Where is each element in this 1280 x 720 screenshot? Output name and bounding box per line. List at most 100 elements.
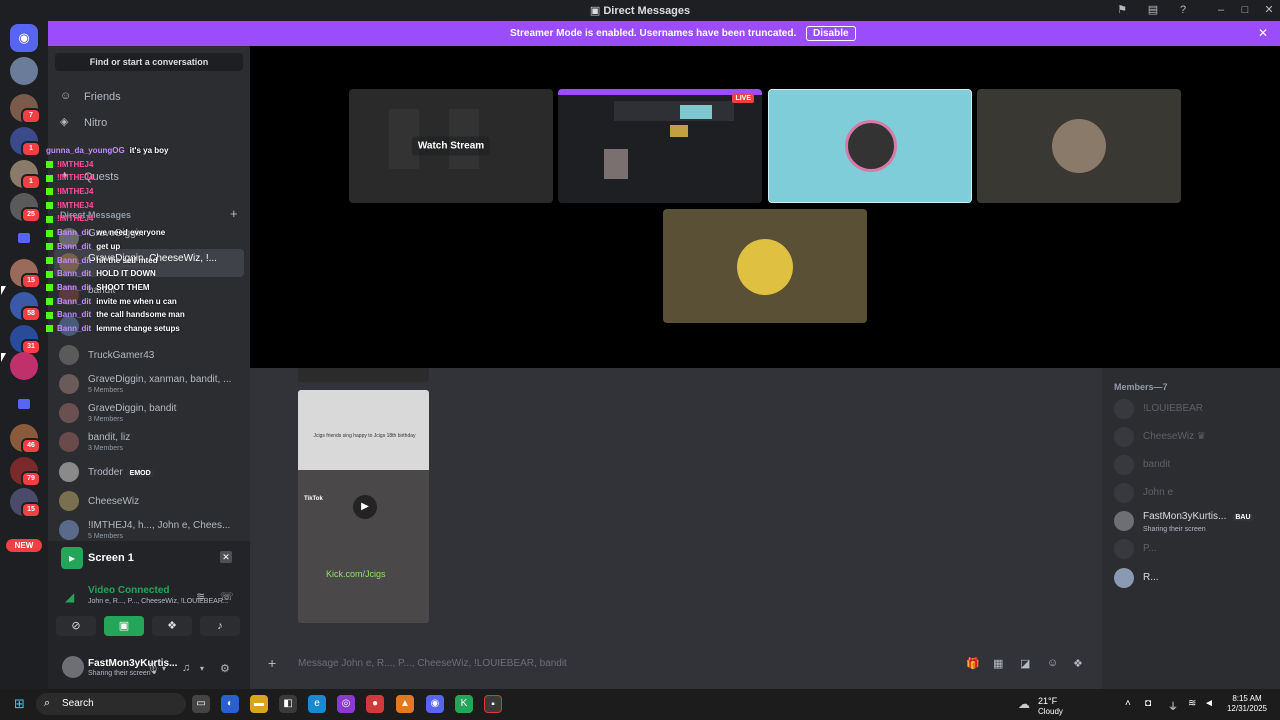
headphones-icon[interactable]: ♫: [182, 662, 190, 674]
server-folder[interactable]: [10, 390, 38, 418]
gif-icon[interactable]: ▦: [993, 657, 1003, 670]
member-item[interactable]: bandit: [1112, 452, 1272, 478]
message-input[interactable]: Message John e, R..., P..., CheeseWiz, !…: [298, 658, 567, 669]
gear-icon[interactable]: ⚙: [220, 662, 230, 675]
avatar: [59, 491, 79, 511]
wifi-icon[interactable]: ≋: [1188, 698, 1196, 709]
app-icon[interactable]: ▲: [396, 695, 414, 713]
server-folder[interactable]: [10, 224, 38, 252]
nav-nitro[interactable]: ◈ Nitro: [54, 111, 244, 135]
tray-app-icon[interactable]: ◘: [1145, 698, 1151, 709]
banner-close-icon[interactable]: ✕: [1258, 26, 1268, 40]
recorder-icon[interactable]: ▪: [484, 695, 502, 713]
streaming-app-icon[interactable]: ◎: [337, 695, 355, 713]
avatar: [1114, 511, 1134, 531]
server-icon[interactable]: [10, 352, 38, 380]
inbox-button-icon[interactable]: ▤: [1146, 3, 1160, 17]
home-button[interactable]: ◉: [10, 24, 38, 52]
gift-icon[interactable]: 🎁: [966, 657, 980, 670]
edge-icon[interactable]: e: [308, 695, 326, 713]
participant-tile[interactable]: [768, 89, 972, 203]
kick-badge-icon: [46, 161, 53, 169]
member-item[interactable]: R...: [1112, 565, 1272, 591]
store-icon[interactable]: ◧: [279, 695, 297, 713]
dm-item[interactable]: bandit, liz 3 Members: [54, 428, 244, 456]
disconnect-icon[interactable]: ☏: [220, 590, 234, 603]
participant-tile[interactable]: [977, 89, 1181, 203]
server-icon[interactable]: 31: [10, 325, 41, 355]
member-item[interactable]: FastMon3yKurtis... BAU Sharing their scree…: [1112, 508, 1272, 534]
watch-stream-button[interactable]: Watch Stream: [411, 136, 491, 156]
stop-stream-icon[interactable]: ✕: [220, 551, 232, 563]
chevron-down-icon[interactable]: ▾: [200, 664, 204, 673]
taskbar-search-label: Search: [62, 698, 94, 709]
message-composer[interactable]: + Message John e, R..., P..., CheeseWiz,…: [264, 651, 1090, 675]
server-icon[interactable]: 46: [10, 424, 41, 454]
server-rail: ◉ 7 1 1 25 15 58 31 46 79 15 NEW: [0, 21, 48, 689]
server-icon[interactable]: 79: [10, 457, 41, 487]
dm-item[interactable]: TruckGamer43: [54, 341, 244, 369]
participant-tile[interactable]: [663, 209, 867, 323]
taskbar-search[interactable]: ⌕ Search: [36, 693, 186, 715]
avatar[interactable]: [62, 656, 84, 678]
help-icon[interactable]: ?: [1176, 3, 1190, 17]
screen-share-button[interactable]: ▣: [104, 616, 144, 636]
emoji-icon[interactable]: ☺: [1047, 657, 1058, 669]
dm-item[interactable]: GraveDiggin, xanman, bandit, ... 5 Member…: [54, 370, 244, 398]
maximize-icon[interactable]: □: [1238, 3, 1252, 17]
sticker-icon[interactable]: ◪: [1020, 657, 1030, 670]
member-item[interactable]: P...: [1112, 536, 1272, 562]
search-icon: ⌕: [44, 697, 51, 709]
member-item[interactable]: !LOUIEBEAR: [1112, 396, 1272, 422]
server-icon[interactable]: 1: [10, 160, 41, 190]
server-icon[interactable]: 15: [10, 259, 41, 289]
server-icon[interactable]: 58: [10, 292, 41, 322]
copilot-icon[interactable]: ◐: [221, 695, 239, 713]
server-icon[interactable]: [10, 57, 38, 85]
chat-username: !IMTHEJ4: [57, 187, 94, 197]
dm-item[interactable]: GraveDiggin, bandit 3 Members: [54, 399, 244, 427]
soundboard-button[interactable]: ♪: [200, 616, 240, 636]
dm-member-count: 3 Members: [88, 445, 124, 452]
discord-taskbar-icon[interactable]: ◉: [426, 695, 444, 713]
activities-icon: ❖: [167, 620, 177, 632]
volume-icon[interactable]: ◄: [1204, 698, 1214, 709]
activities-button[interactable]: ❖: [152, 616, 192, 636]
dm-item[interactable]: CheeseWiz: [54, 487, 244, 515]
noise-suppression-icon[interactable]: ≋: [196, 590, 205, 603]
stream-tile[interactable]: Watch Stream: [349, 89, 553, 203]
member-item[interactable]: CheeseWiz ♛: [1112, 424, 1272, 450]
file-explorer-icon[interactable]: ▬: [250, 695, 268, 713]
play-icon[interactable]: ▶: [353, 495, 377, 519]
server-icon[interactable]: 15: [10, 488, 41, 518]
windows-start-icon[interactable]: ⊞: [14, 697, 28, 711]
task-view-icon[interactable]: ▭: [192, 695, 210, 713]
camera-button[interactable]: ⊘: [56, 616, 96, 636]
attach-plus-icon[interactable]: +: [268, 655, 276, 671]
video-attachment[interactable]: Jcigs friends sing happy to Jcigs 18th b…: [298, 390, 429, 623]
find-conversation-button[interactable]: Find or start a conversation: [55, 53, 243, 71]
weather-widget[interactable]: ☁ 21°F Cloudy: [1018, 694, 1088, 716]
dm-item[interactable]: Trodder EMOD: [54, 458, 244, 486]
stream-tile[interactable]: LIVE: [558, 89, 762, 203]
chevron-down-icon[interactable]: ▾: [162, 664, 166, 673]
dm-item[interactable]: !IMTHEJ4, h..., John e, Chees... 5 Member…: [54, 516, 244, 544]
clock[interactable]: 8:15 AM 12/31/2025: [1222, 694, 1272, 714]
microphone-icon[interactable]: 🎙: [146, 662, 160, 675]
minimize-icon[interactable]: –: [1214, 3, 1228, 17]
apps-icon[interactable]: ❖: [1073, 657, 1083, 670]
chat-username: !IMTHEJ4: [57, 200, 94, 210]
member-item[interactable]: John e: [1112, 480, 1272, 506]
close-window-icon[interactable]: ✕: [1262, 3, 1276, 17]
app-icon[interactable]: ●: [366, 695, 384, 713]
tray-mic-icon[interactable]: ⏚: [1168, 698, 1178, 713]
disable-button[interactable]: Disable: [806, 26, 856, 41]
server-icon[interactable]: 25: [10, 193, 41, 223]
server-icon[interactable]: 1: [10, 127, 41, 157]
nav-friends[interactable]: ☺ Friends: [54, 85, 244, 109]
previous-attachment[interactable]: [298, 368, 429, 382]
server-icon[interactable]: 7: [10, 94, 41, 124]
flag-icon[interactable]: ⚑: [1115, 3, 1129, 17]
kick-taskbar-icon[interactable]: K: [455, 695, 473, 713]
tray-chevron-icon[interactable]: ˄: [1125, 698, 1131, 709]
